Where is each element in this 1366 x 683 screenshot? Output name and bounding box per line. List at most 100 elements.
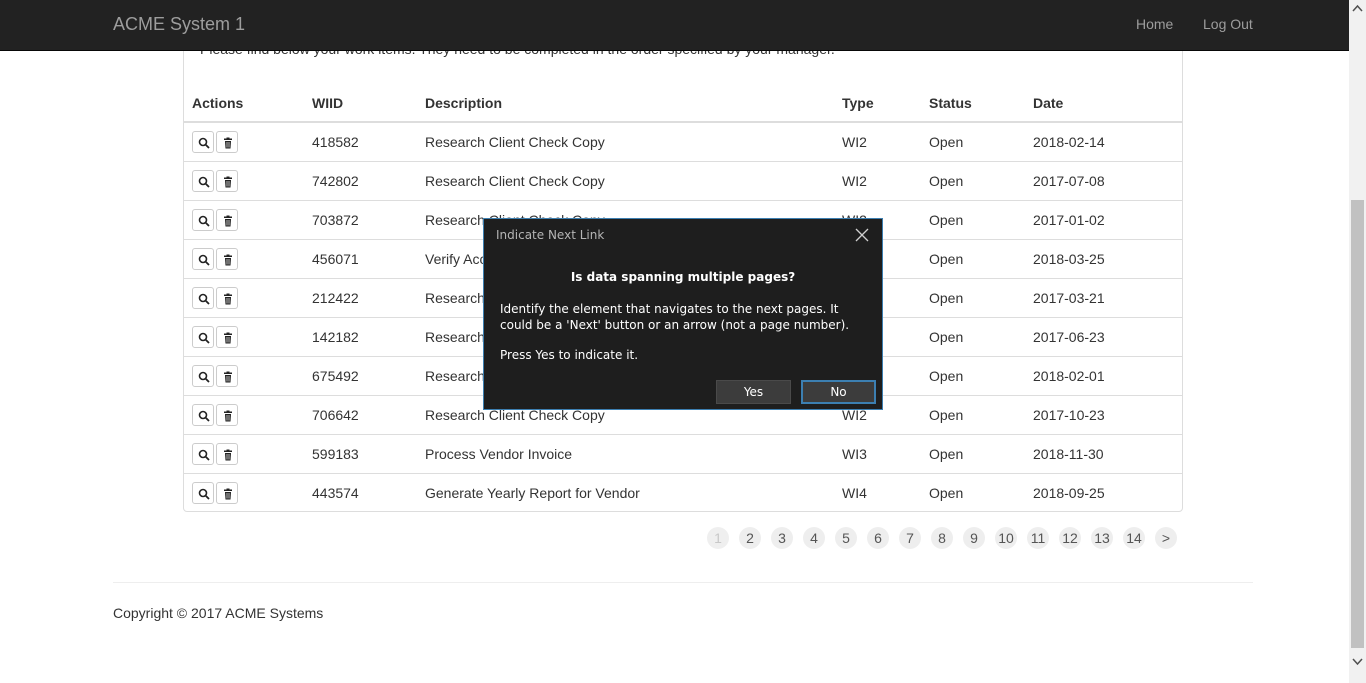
page-11-link[interactable]: 11 [1027, 527, 1049, 549]
trash-icon [224, 137, 232, 149]
column-header-status: Status [921, 85, 1025, 123]
nav-logout-link[interactable]: Log Out [1203, 16, 1253, 32]
cell-wiid: 456071 [304, 238, 417, 278]
trash-icon [224, 254, 232, 265]
cell-date: 2017-03-21 [1025, 277, 1182, 317]
cell-wiid: 599183 [304, 433, 417, 473]
cell-status: Open [921, 160, 1025, 200]
cell-wiid: 142182 [304, 316, 417, 356]
cell-status: Open [921, 433, 1025, 473]
page-10-link[interactable]: 10 [995, 527, 1017, 549]
cell-wiid: 742802 [304, 160, 417, 200]
view-button[interactable] [192, 364, 214, 387]
delete-button[interactable] [216, 208, 238, 231]
view-button[interactable] [192, 169, 214, 192]
cell-status: Open [921, 238, 1025, 278]
page-5-link[interactable]: 5 [835, 527, 857, 549]
trash-icon [224, 332, 232, 343]
page-4-link[interactable]: 4 [803, 527, 825, 549]
page-12-link[interactable]: 12 [1059, 527, 1081, 549]
pagination: 1 2 3 4 5 6 7 8 9 10 11 12 13 14 > [0, 527, 1366, 549]
cell-status: Open [921, 394, 1025, 434]
table-row: 742802 Research Client Check Copy WI2 Open 2… [184, 160, 1182, 200]
cell-date: 2017-06-23 [1025, 316, 1182, 356]
search-icon [198, 332, 210, 344]
trash-icon [224, 371, 232, 382]
page-scrollbar[interactable] [1349, 0, 1366, 683]
delete-button[interactable] [216, 286, 238, 309]
cell-wiid: 703872 [304, 199, 417, 239]
scrollbar-thumb[interactable] [1351, 200, 1364, 648]
page-6-link[interactable]: 6 [867, 527, 889, 549]
cell-status: Open [921, 355, 1025, 395]
yes-button[interactable]: Yes [716, 380, 791, 404]
column-header-date: Date [1025, 85, 1182, 123]
cell-date: 2018-03-25 [1025, 238, 1182, 278]
cell-description: Process Vendor Invoice [417, 433, 834, 473]
dialog-prompt: Press Yes to indicate it. [500, 348, 639, 362]
page-7-link[interactable]: 7 [899, 527, 921, 549]
view-button[interactable] [192, 286, 214, 309]
delete-button[interactable] [216, 442, 238, 465]
trash-icon [224, 410, 232, 421]
delete-button[interactable] [216, 364, 238, 387]
view-button[interactable] [192, 130, 214, 153]
dialog-heading: Is data spanning multiple pages? [570, 270, 796, 284]
indicate-next-link-dialog: Indicate Next Link Is data spanning mult… [483, 218, 883, 410]
page-8-link[interactable]: 8 [931, 527, 953, 549]
cell-wiid: 443574 [304, 472, 417, 512]
no-button[interactable]: No [801, 380, 876, 404]
column-header-wiid: WIID [304, 85, 417, 123]
cell-date: 2017-07-08 [1025, 160, 1182, 200]
close-icon[interactable] [854, 227, 870, 243]
trash-icon [224, 449, 232, 460]
view-button[interactable] [192, 247, 214, 270]
page-3-link[interactable]: 3 [771, 527, 793, 549]
cell-date: 2018-02-14 [1033, 133, 1105, 150]
cell-status: Open [921, 277, 1025, 317]
cell-status: Open [921, 316, 1025, 356]
search-icon [198, 488, 210, 500]
scroll-up-arrow-icon[interactable] [1352, 4, 1363, 14]
view-button[interactable] [192, 442, 214, 465]
row-actions [184, 199, 304, 239]
cell-description: Research Client Check Copy [417, 160, 834, 200]
delete-button[interactable] [216, 403, 238, 426]
delete-button[interactable] [216, 130, 238, 153]
row-actions [184, 277, 304, 317]
cell-date: 2018-09-25 [1025, 472, 1182, 512]
cell-date: 2018-11-30 [1025, 433, 1182, 473]
cell-wiid: 675492 [304, 355, 417, 395]
scroll-down-arrow-icon[interactable] [1352, 656, 1363, 666]
cell-description: Research Client Check Copy [425, 133, 605, 150]
cell-date: 2018-02-01 [1025, 355, 1182, 395]
view-button[interactable] [192, 208, 214, 231]
delete-button[interactable] [216, 481, 238, 504]
cell-wiid: 212422 [304, 277, 417, 317]
view-button[interactable] [192, 403, 214, 426]
view-button[interactable] [192, 481, 214, 504]
page-14-link[interactable]: 14 [1123, 527, 1145, 549]
page-1-link[interactable]: 1 [707, 527, 729, 549]
navbar: ACME System 1 Home Log Out [0, 0, 1349, 51]
copyright-text: Copyright © 2017 ACME Systems [113, 605, 324, 621]
delete-button[interactable] [216, 325, 238, 348]
row-actions [184, 472, 304, 512]
row-actions [184, 355, 304, 395]
page-13-link[interactable]: 13 [1091, 527, 1113, 549]
search-icon [198, 176, 210, 188]
page-9-link[interactable]: 9 [963, 527, 985, 549]
nav-home-link[interactable]: Home [1136, 16, 1173, 32]
row-actions [184, 394, 304, 434]
delete-button[interactable] [216, 247, 238, 270]
cell-wiid: 418582 [312, 133, 359, 150]
row-actions [184, 433, 304, 473]
next-page-link[interactable]: > [1155, 527, 1177, 549]
cell-status: Open [921, 472, 1025, 512]
view-button[interactable] [192, 325, 214, 348]
row-actions [184, 122, 304, 161]
delete-button[interactable] [216, 169, 238, 192]
row-actions [184, 316, 304, 356]
page-2-link[interactable]: 2 [739, 527, 761, 549]
brand-link[interactable]: ACME System 1 [113, 14, 245, 35]
